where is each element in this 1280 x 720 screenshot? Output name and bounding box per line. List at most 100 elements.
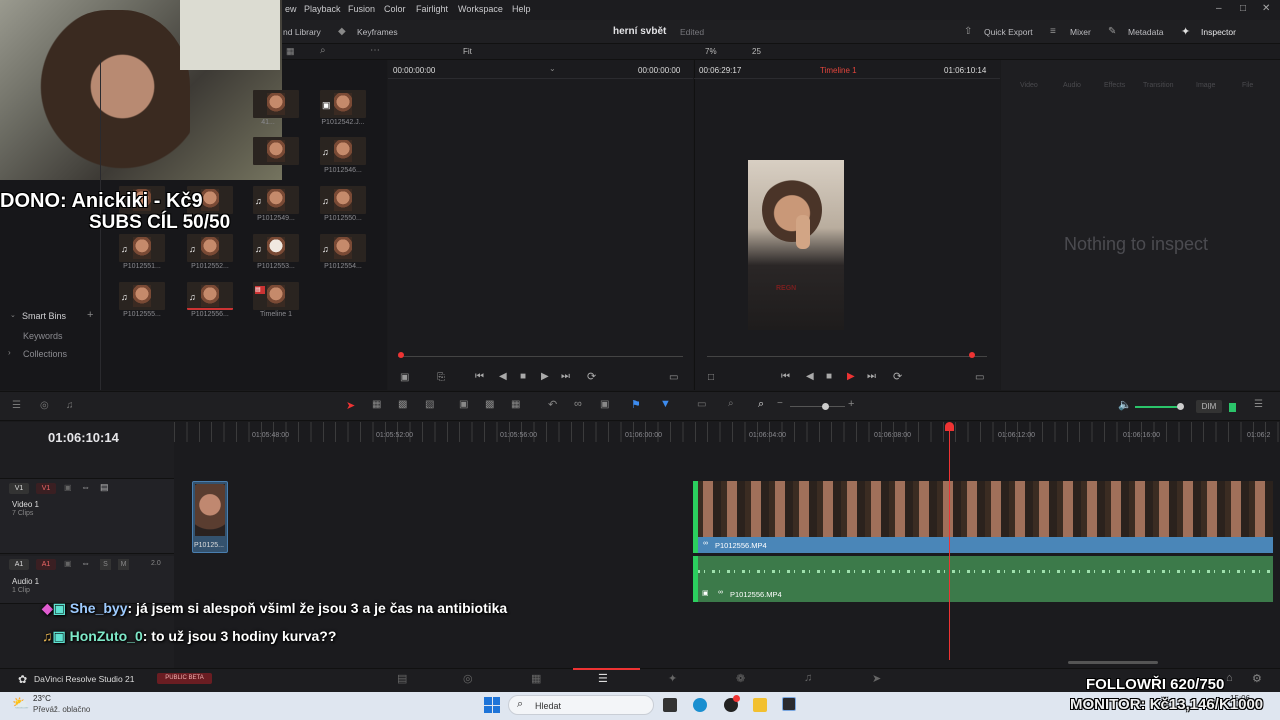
inspector-tab-video[interactable]: Video <box>1020 82 1038 89</box>
skip-back-icon[interactable]: ⏮ <box>781 371 790 382</box>
inspector-tab-transition[interactable]: Transition <box>1143 82 1173 89</box>
play-icon[interactable]: ▶ <box>847 371 855 382</box>
search-icon[interactable]: ⌕ <box>320 45 326 56</box>
clip-thumbnail[interactable]: ♫ <box>253 186 299 214</box>
collections-item[interactable]: Collections <box>23 349 67 359</box>
mixer-button[interactable]: Mixer <box>1070 27 1091 37</box>
timeline-ruler[interactable] <box>174 422 1280 442</box>
marker-icon[interactable]: ▼ <box>660 398 671 410</box>
zoom-select[interactable]: 7% <box>705 47 717 56</box>
source-fullscreen-icon[interactable]: ▭ <box>669 372 678 383</box>
page-media-icon[interactable]: ▤ <box>397 672 407 685</box>
replace-clip-icon[interactable]: ▦ <box>511 399 520 410</box>
minimize-icon[interactable]: – <box>1216 3 1222 14</box>
windows-start-icon[interactable] <box>484 697 500 713</box>
v1-source-patch[interactable]: V1 <box>9 483 29 494</box>
file-explorer-icon[interactable] <box>753 698 767 712</box>
source-stop-icon[interactable]: ■ <box>520 371 526 382</box>
davinci-taskbar-icon[interactable] <box>782 697 796 711</box>
timeline-transform-icon[interactable]: □ <box>708 372 714 383</box>
quick-export-button[interactable]: Quick Export <box>984 27 1033 37</box>
page-deliver-icon[interactable]: ➤ <box>872 672 881 685</box>
source-viewmode-icon[interactable]: ▣ <box>400 372 409 383</box>
settings-gear-icon[interactable]: ⚙ <box>1252 672 1262 685</box>
clip-thumbnail[interactable]: ♫ <box>119 282 165 310</box>
metadata-button[interactable]: Metadata <box>1128 27 1163 37</box>
clip-thumbnail[interactable]: ♫ <box>187 234 233 262</box>
menu-fusion[interactable]: Fusion <box>348 4 375 14</box>
source-play-icon[interactable]: ▶ <box>541 371 549 382</box>
audio-clip[interactable] <box>697 556 1273 602</box>
page-edit-icon[interactable]: ▦ <box>531 672 541 685</box>
smart-bins-label[interactable]: Smart Bins <box>22 311 66 321</box>
volume-icon[interactable]: 🔈 <box>1118 398 1132 411</box>
a1-source-patch[interactable]: A1 <box>9 559 29 570</box>
zoom-out-icon[interactable]: − <box>777 398 783 409</box>
clip-thumbnail[interactable]: ♫ <box>253 234 299 262</box>
inspector-tab-file[interactable]: File <box>1242 82 1253 89</box>
mixer-panel-icon[interactable]: ☰ <box>1254 399 1263 410</box>
inspector-tab-image[interactable]: Image <box>1196 82 1215 89</box>
clip-thumbnail[interactable]: ▣ <box>320 90 366 118</box>
menu-color[interactable]: Color <box>384 4 406 14</box>
fit-select[interactable]: Fit <box>463 47 472 56</box>
expand-chevron-icon[interactable]: › <box>8 348 11 357</box>
clip-thumbnail[interactable]: ♫ <box>320 186 366 214</box>
source-transform-icon[interactable]: ⎘ <box>437 372 445 383</box>
video-track-name[interactable]: Video 1 <box>12 500 39 509</box>
snapping-icon[interactable]: ↶ <box>548 398 557 411</box>
video-clip-filmstrip[interactable] <box>697 481 1273 537</box>
page-timeline-icon[interactable]: ☰ <box>598 672 608 685</box>
more-icon[interactable]: ⋯ <box>370 45 380 56</box>
page-fairlight-icon[interactable]: ♫ <box>804 672 812 684</box>
loop-icon[interactable]: ⟳ <box>893 370 902 383</box>
source-skip-forward-icon[interactable]: ⏭ <box>561 371 570 382</box>
skip-forward-icon[interactable]: ⏭ <box>867 371 876 382</box>
collapse-chevron-icon[interactable]: ⌄ <box>10 311 16 319</box>
flag-icon[interactable]: ⚑ <box>631 398 641 411</box>
clip-edge-selection[interactable] <box>693 481 698 553</box>
trim-tool-icon[interactable]: ▦ <box>372 399 381 410</box>
clip-thumbnail[interactable]: ♫ <box>119 234 165 262</box>
clip-thumbnail[interactable] <box>253 137 299 165</box>
v1-visibility-icon[interactable]: ▤ <box>100 482 109 493</box>
audio-track-name[interactable]: Audio 1 <box>12 577 39 586</box>
blade-tool-icon[interactable]: ▧ <box>425 399 434 410</box>
overwrite-clip-icon[interactable]: ▩ <box>485 399 494 410</box>
a1-lock-icon[interactable]: ▣ <box>64 559 72 568</box>
dim-button[interactable]: DIM <box>1196 400 1222 413</box>
lock-icon[interactable]: ▣ <box>600 399 609 410</box>
a1-destination[interactable]: A1 <box>36 559 56 570</box>
media-library-tab[interactable]: nd Library <box>283 27 321 37</box>
source-loop-icon[interactable]: ⟳ <box>587 370 596 383</box>
menu-fairlight[interactable]: Fairlight <box>416 4 448 14</box>
menu-help[interactable]: Help <box>512 4 531 14</box>
menu-view[interactable]: ew <box>285 4 297 14</box>
a1-solo-button[interactable]: S <box>100 559 111 570</box>
insert-clip-icon[interactable]: ▣ <box>459 399 468 410</box>
a1-autoselect-icon[interactable]: ⇔ <box>81 558 90 568</box>
source-playhead[interactable] <box>398 352 404 358</box>
v1-autoselect-icon[interactable]: ⇔ <box>81 482 90 492</box>
zoom-slider-track[interactable] <box>790 406 845 407</box>
page-color-icon[interactable]: ❁ <box>736 672 745 685</box>
source-step-back-icon[interactable]: ◀ <box>499 371 507 382</box>
zoom-detail-icon[interactable]: ⌕ <box>728 398 734 409</box>
step-back-icon[interactable]: ◀ <box>806 371 814 382</box>
add-bin-icon[interactable]: + <box>87 309 93 321</box>
keyframes-tab[interactable]: Keyframes <box>357 27 398 37</box>
volume-slider-handle[interactable] <box>1177 403 1184 410</box>
a1-mute-button[interactable]: M <box>118 559 129 570</box>
edge-browser-icon[interactable] <box>693 698 707 712</box>
dynamic-trim-icon[interactable]: ▩ <box>398 399 407 410</box>
volume-slider[interactable] <box>1135 406 1180 408</box>
source-dropdown-icon[interactable]: ⌄ <box>549 64 556 73</box>
v1-lock-icon[interactable]: ▣ <box>64 483 72 492</box>
timeline-playhead-marker[interactable] <box>969 352 975 358</box>
task-view-icon[interactable] <box>663 698 677 712</box>
grid-view-icon[interactable]: ▦ <box>286 46 295 57</box>
video-clip-small[interactable]: P10125... <box>192 481 228 553</box>
close-icon[interactable]: ✕ <box>1262 3 1270 14</box>
timeline-scrubber[interactable] <box>707 356 987 357</box>
timeline-eye-icon[interactable]: ◎ <box>40 400 49 411</box>
